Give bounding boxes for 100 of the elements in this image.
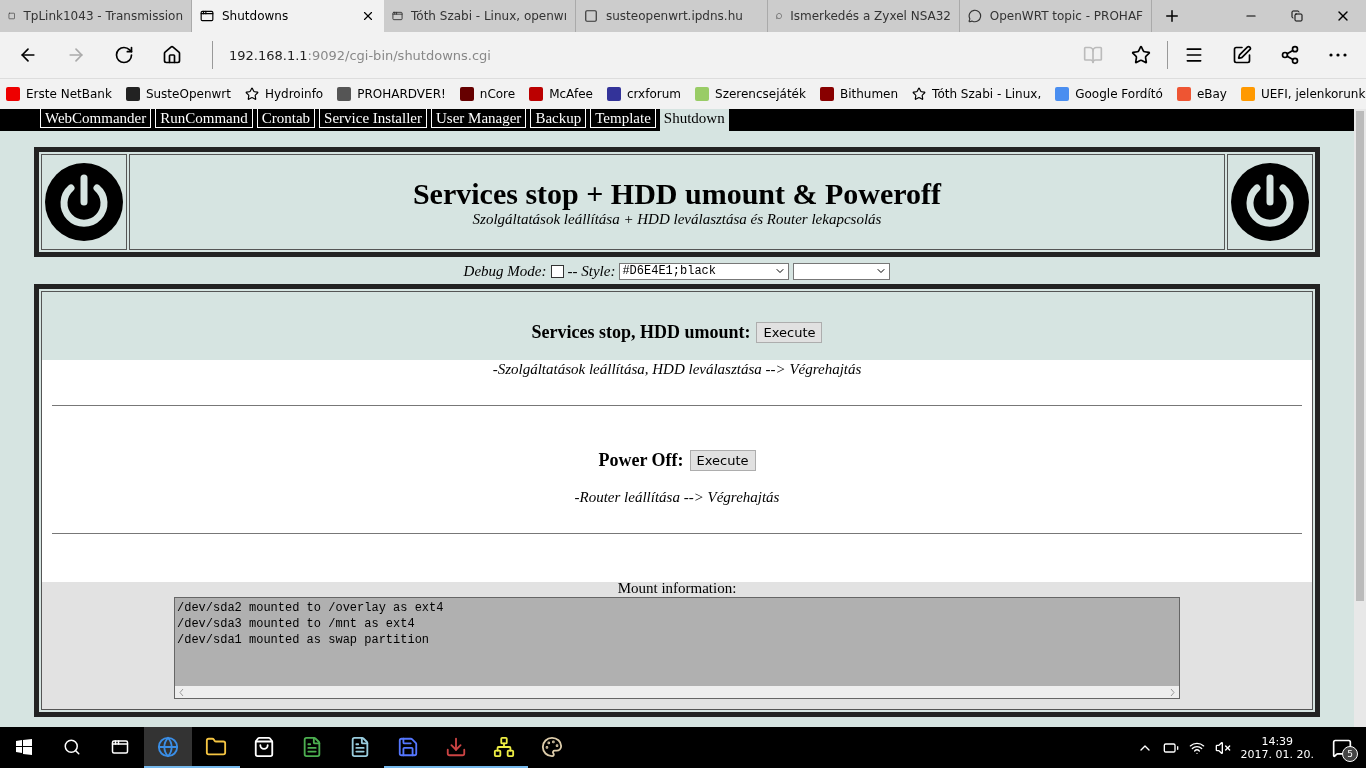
mount-label: Mount information: — [617, 580, 737, 597]
bookmark-link[interactable]: Szerencsejáték — [695, 87, 806, 101]
taskbar-app[interactable] — [144, 727, 192, 768]
left-chevron-icon — [179, 688, 184, 696]
notepad-icon — [349, 735, 371, 758]
page-title: Services stop + HDD umount & Poweroff — [412, 176, 942, 211]
bookmark-label: Tóth Szabi - Linux, — [932, 87, 1042, 101]
style-label: -- Style: — [567, 262, 616, 280]
nav-tab[interactable]: Crontab — [256, 109, 316, 128]
refresh-icon — [114, 45, 134, 65]
restore-icon — [1291, 10, 1303, 22]
mount-line: /dev/sda2 mounted to /overlay as ext4 — [177, 600, 445, 616]
empty-select[interactable] — [793, 262, 891, 280]
more-icon — [1329, 53, 1347, 57]
bookmark-link[interactable]: Erste NetBank — [6, 87, 112, 101]
site-favicon — [1240, 87, 1255, 101]
horizontal-scrollbar[interactable] — [175, 686, 1179, 698]
right-chevron-icon — [1170, 688, 1175, 696]
network-icon — [493, 735, 515, 758]
bookmark-link[interactable]: PROHARDVER! — [337, 87, 446, 101]
site-favicon — [529, 87, 544, 101]
nav-tab[interactable]: Service Installer — [319, 109, 427, 128]
nav-tab[interactable]: RunCommand — [155, 109, 253, 128]
star-icon — [912, 87, 927, 101]
download-icon — [445, 735, 467, 758]
bookmark-link[interactable]: Google Fordító — [1055, 87, 1163, 101]
bookmark-label: UEFI, jelenkorunk — [1260, 87, 1366, 101]
bookmark-label: Bithumen — [839, 87, 899, 101]
site-favicon — [1055, 87, 1070, 101]
close-icon[interactable] — [361, 9, 375, 23]
site-logo-icon — [584, 9, 598, 23]
bookmark-label: McAfee — [549, 87, 593, 101]
nav-tab[interactable]: Template — [590, 109, 656, 128]
notification-count: 5 — [1342, 745, 1358, 762]
bookmark-link[interactable]: UEFI, jelenkorunk — [1240, 87, 1366, 101]
home-icon — [162, 45, 182, 65]
page-subtitle: Szolgáltatások leállítása + HDD leválasztása és Router lekapcsolás — [472, 210, 882, 228]
action-title: Services stop, HDD umount: — [531, 322, 751, 343]
bookmark-label: Szerencsejáték — [715, 87, 806, 101]
bookmark-link[interactable]: nCore — [459, 87, 516, 101]
nav-tab[interactable]: User Manager — [431, 109, 527, 128]
bookmark-link[interactable]: Hydroinfo — [244, 87, 324, 101]
page-scrollbar[interactable] — [1354, 109, 1366, 727]
task-view-icon — [111, 737, 129, 756]
bookmark-label: Erste NetBank — [26, 87, 112, 101]
clock[interactable]: 14:39 2017. 01. 20. — [1240, 734, 1314, 761]
mount-line: /dev/sda1 mounted as swap partition — [177, 632, 431, 648]
plus-icon — [1163, 7, 1181, 25]
bookmark-label: eBay — [1196, 87, 1227, 101]
execute-button[interactable]: Execute — [756, 322, 823, 343]
action-description: -Router leállítása --> Végrehajtás — [574, 489, 780, 506]
message-icon — [1332, 737, 1352, 758]
notification-button[interactable]: 5 — [1324, 729, 1360, 766]
site-favicon — [606, 87, 621, 101]
bookmark-link[interactable]: SusteOpenwrt — [125, 87, 231, 101]
share-icon — [1280, 45, 1300, 65]
power-icon — [44, 162, 124, 242]
nav-tab[interactable]: Backup — [530, 109, 587, 128]
bookmark-link[interactable]: McAfee — [529, 87, 593, 101]
site-favicon — [459, 87, 474, 101]
mute-icon[interactable] — [1214, 739, 1231, 756]
debug-label: Debug Mode: — [463, 262, 547, 280]
page-icon — [392, 9, 403, 23]
speech-bubble-icon — [968, 9, 982, 23]
debug-checkbox[interactable] — [550, 264, 564, 278]
bookmark-label: PROHARDVER! — [357, 87, 446, 101]
nav-tab[interactable]: Shutdown — [659, 109, 729, 131]
execute-button[interactable]: Execute — [689, 450, 756, 471]
folder-icon — [205, 735, 227, 758]
browser-tab[interactable]: Shutdowns — [192, 0, 384, 32]
lines-icon — [1184, 45, 1204, 65]
bookmark-link[interactable]: Tóth Szabi - Linux, — [912, 87, 1042, 101]
windows-logo-icon — [16, 738, 32, 755]
bookmark-link[interactable]: Bithumen — [819, 87, 899, 101]
bookmark-label: SusteOpenwrt — [145, 87, 231, 101]
site-favicon — [337, 87, 352, 101]
star-icon — [244, 87, 259, 101]
bookmark-label: nCore — [479, 87, 516, 101]
book-icon — [1083, 45, 1103, 65]
globe-icon — [157, 735, 179, 758]
page-icon — [200, 9, 214, 23]
site-favicon — [819, 87, 834, 101]
search-icon — [63, 737, 81, 756]
nav-tab[interactable]: WebCommander — [40, 109, 152, 128]
power-icon — [1230, 162, 1310, 242]
mount-line: /dev/sda3 mounted to /mnt as ext4 — [177, 616, 416, 632]
bookmark-label: Google Fordító — [1075, 87, 1163, 101]
action-description: -Szolgáltatások leállítása, HDD leválasztása --> Végrehajtás — [492, 361, 862, 378]
star-icon — [1131, 45, 1151, 65]
action-title: Power Off: — [598, 450, 684, 471]
style-select[interactable]: #D6E4E1;black — [619, 262, 790, 280]
bookmark-link[interactable]: crxforum — [606, 87, 681, 101]
bookmark-link[interactable]: eBay — [1176, 87, 1227, 101]
note-icon — [301, 735, 323, 758]
bookmark-label: crxforum — [626, 87, 681, 101]
site-favicon — [1176, 87, 1191, 101]
site-favicon — [695, 87, 709, 101]
site-favicon — [6, 87, 20, 101]
palette-icon — [541, 735, 563, 758]
bookmark-label: Hydroinfo — [264, 87, 324, 101]
